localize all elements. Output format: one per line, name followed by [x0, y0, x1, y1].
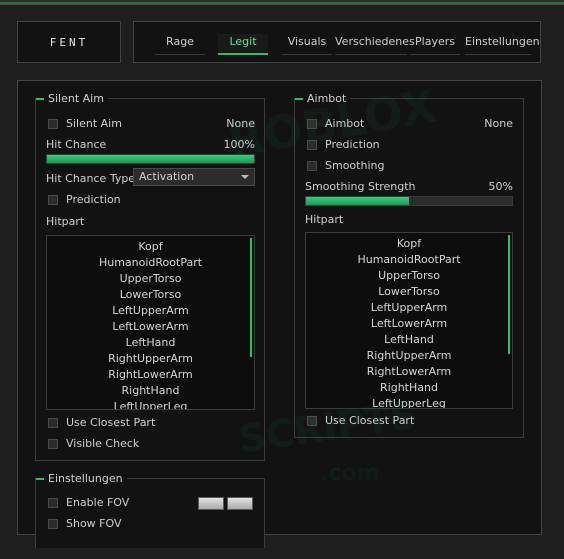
aimbot-hitpart-item[interactable]: HumanoidRootPart	[306, 252, 512, 268]
group-accent	[36, 98, 44, 100]
hit-chance-type-value: Activation	[139, 170, 195, 183]
aimbot-hitpart-item[interactable]: LeftUpperArm	[306, 300, 512, 316]
settings-group-title: Einstellungen	[44, 472, 127, 485]
smoothing-strength-slider-fill	[306, 197, 409, 205]
silent_aim-hitpart-item[interactable]: LowerTorso	[47, 287, 254, 303]
silent-prediction-checkbox[interactable]	[48, 195, 58, 205]
silent_aim-hitpart-item[interactable]: RightUpperArm	[47, 351, 254, 367]
silent_aim-hitpart-item[interactable]: LeftHand	[47, 335, 254, 351]
aimbot-use-closest-checkbox[interactable]	[307, 416, 317, 426]
aimbot-keybind[interactable]: None	[484, 117, 513, 130]
silent_aim-hitpart-item[interactable]: Kopf	[47, 239, 254, 255]
silent-hitpart-label: Hitpart	[46, 215, 85, 228]
visible-check-checkbox[interactable]	[48, 439, 58, 449]
silent_aim-hitpart-item[interactable]: HumanoidRootPart	[47, 255, 254, 271]
silent-use-closest-row: Use Closest Part	[48, 416, 255, 430]
visible-check-row: Visible Check	[48, 437, 255, 451]
silent_aim-hitpart-item[interactable]: UpperTorso	[47, 271, 254, 287]
aimbot-hitpart-item[interactable]: RightUpperArm	[306, 348, 512, 364]
aimbot-hitpart-item[interactable]: RightHand	[306, 380, 512, 396]
silent-hitpart-label-row: Hitpart	[46, 215, 253, 229]
aimbot-hitpart-item[interactable]: LeftLowerArm	[306, 316, 512, 332]
show-fov-row: Show FOV	[48, 517, 255, 531]
smoothing-label: Smoothing	[325, 159, 385, 172]
window-top-bar	[0, 0, 564, 5]
silent-aim-keybind[interactable]: None	[226, 117, 255, 130]
hit-chance-slider[interactable]	[46, 154, 255, 164]
smoothing-strength-row: Smoothing Strength 50%	[305, 180, 513, 194]
aimbot-hitpart-item[interactable]: LeftUpperLeg	[306, 396, 512, 408]
silent-hitpart-list[interactable]: Kopf HumanoidRootPart UpperTorso LowerTorso…	[46, 235, 255, 410]
group-accent	[295, 98, 303, 100]
silent-aim-toggle-label: Silent Aim	[66, 117, 122, 130]
hit-chance-type-row: Hit Chance Type	[46, 172, 136, 186]
tab-visuals[interactable]: Visuals	[282, 34, 332, 55]
show-fov-label: Show FOV	[66, 517, 122, 530]
aimbot-prediction-checkbox[interactable]	[307, 140, 317, 150]
hit-chance-row: Hit Chance 100%	[46, 138, 255, 152]
tab-einstellungen[interactable]: Einstellungen	[465, 34, 540, 55]
settings-group: Einstellungen Enable FOV Show FOV	[35, 472, 265, 548]
silent-aim-checkbox[interactable]	[48, 119, 58, 129]
silent-aim-toggle-row: Silent Aim None	[48, 117, 255, 131]
silent_aim-hitpart-item[interactable]: LeftLowerArm	[47, 319, 254, 335]
aimbot-prediction-row: Prediction	[307, 138, 513, 152]
silent-aim-group: Silent Aim Silent Aim None Hit Chance 10…	[35, 92, 265, 461]
smoothing-checkbox[interactable]	[307, 161, 317, 171]
aimbot-use-closest-label: Use Closest Part	[325, 414, 415, 427]
enable-fov-label: Enable FOV	[66, 496, 130, 509]
aimbot-prediction-label: Prediction	[325, 138, 380, 151]
hit-chance-label: Hit Chance	[46, 138, 107, 151]
tab-players[interactable]: Players	[410, 34, 460, 55]
silent-use-closest-label: Use Closest Part	[66, 416, 156, 429]
aimbot-hitpart-item[interactable]: RightLowerArm	[306, 364, 512, 380]
visible-check-label: Visible Check	[66, 437, 140, 450]
silent-prediction-label: Prediction	[66, 193, 121, 206]
aimbot-hitpart-label: Hitpart	[305, 213, 344, 226]
silent-aim-group-title: Silent Aim	[44, 92, 108, 105]
aimbot-group: Aimbot Aimbot None Prediction Smoothing …	[294, 92, 524, 438]
silent-prediction-row: Prediction	[48, 193, 255, 207]
smoothing-strength-label: Smoothing Strength	[305, 180, 416, 193]
aimbot-hitpart-list[interactable]: Kopf HumanoidRootPart UpperTorso LowerTorso…	[305, 232, 513, 409]
aimbot-hitpart-item[interactable]: LeftHand	[306, 332, 512, 348]
smoothing-strength-value: 50%	[488, 180, 513, 193]
tab-rage[interactable]: Rage	[155, 34, 205, 55]
silent_aim-hitpart-item[interactable]: RightHand	[47, 383, 254, 399]
show-fov-checkbox[interactable]	[48, 519, 58, 529]
silent_aim-hitpart-item[interactable]: LeftUpperLeg	[47, 399, 254, 409]
silent_aim-hitpart-item[interactable]: RightLowerArm	[47, 367, 254, 383]
silent_aim-hitpart-item[interactable]: LeftUpperArm	[47, 303, 254, 319]
brand-logo: FENT	[17, 21, 121, 63]
tab-bar: Rage Legit Visuals Verschiedenes Players…	[133, 21, 541, 63]
smoothing-strength-slider[interactable]	[305, 196, 513, 206]
hit-chance-type-label: Hit Chance Type	[46, 172, 136, 185]
aimbot-toggle-label: Aimbot	[325, 117, 365, 130]
aimbot-toggle-row: Aimbot None	[307, 117, 513, 131]
hit-chance-type-dropdown[interactable]: Activation	[133, 168, 255, 186]
aimbot-hitpart-scrollbar[interactable]	[508, 235, 510, 354]
aimbot-hitpart-item[interactable]: UpperTorso	[306, 268, 512, 284]
top-accent-line	[0, 2, 564, 4]
smoothing-row: Smoothing	[307, 159, 513, 173]
fov-color-picker[interactable]	[198, 497, 224, 510]
aimbot-checkbox[interactable]	[307, 119, 317, 129]
fov-secondary-color-picker[interactable]	[227, 497, 253, 510]
hit-chance-value: 100%	[223, 138, 255, 151]
tab-legit[interactable]: Legit	[218, 34, 268, 55]
aimbot-use-closest-row: Use Closest Part	[307, 414, 513, 428]
aimbot-group-title: Aimbot	[303, 92, 351, 105]
aimbot-hitpart-item[interactable]: Kopf	[306, 236, 512, 252]
aimbot-hitpart-item[interactable]: LowerTorso	[306, 284, 512, 300]
tab-verschiedenes[interactable]: Verschiedenes	[335, 34, 415, 55]
hit-chance-slider-fill	[47, 155, 254, 163]
chevron-down-icon	[241, 175, 249, 179]
aimbot-hitpart-label-row: Hitpart	[305, 213, 511, 227]
group-accent	[36, 478, 44, 480]
main-panel: Silent Aim Silent Aim None Hit Chance 10…	[17, 80, 542, 548]
silent-use-closest-checkbox[interactable]	[48, 418, 58, 428]
silent-hitpart-scrollbar[interactable]	[250, 238, 252, 357]
enable-fov-checkbox[interactable]	[48, 498, 58, 508]
